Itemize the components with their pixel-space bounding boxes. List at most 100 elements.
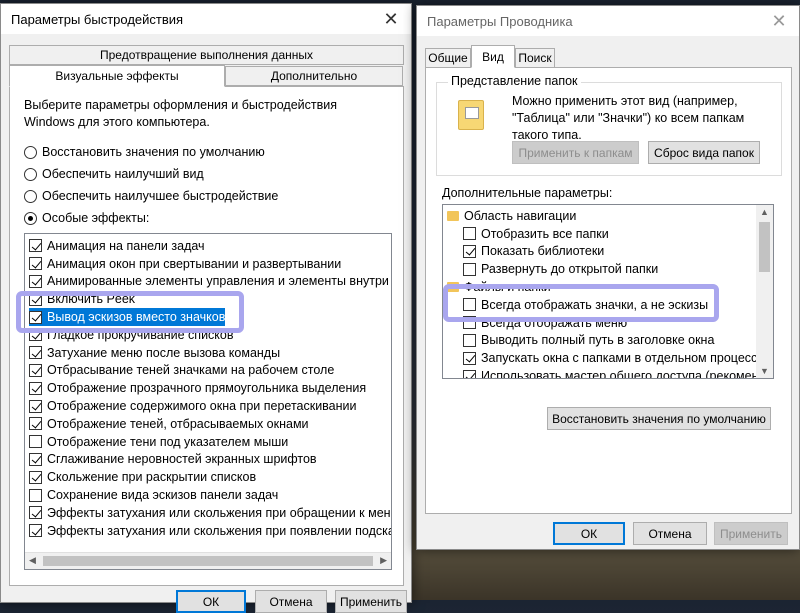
effect-item[interactable]: Анимация окон при свертывании и разверты…	[29, 255, 391, 273]
tree-option[interactable]: Отобразить все папки	[447, 225, 773, 243]
effect-checkbox[interactable]	[29, 506, 42, 520]
tree-option[interactable]: Выводить полный путь в заголовке окна	[447, 332, 773, 350]
scrollbar-thumb[interactable]	[43, 556, 373, 566]
effect-checkbox[interactable]	[29, 363, 42, 377]
advanced-settings-tree[interactable]: Область навигации Отобразить все папки Пок…	[442, 204, 774, 379]
effect-checkbox[interactable]	[29, 274, 42, 288]
effect-checkbox[interactable]	[29, 417, 42, 431]
explorer-titlebar[interactable]: Параметры Проводника ✕	[417, 6, 799, 36]
radio-restore-defaults[interactable]: Восстановить значения по умолчанию	[24, 145, 265, 159]
tab-search[interactable]: Поиск	[515, 48, 555, 68]
restore-defaults-button[interactable]: Восстановить значения по умолчанию	[547, 407, 771, 430]
tab-advanced[interactable]: Дополнительно	[225, 66, 403, 86]
radio-button[interactable]	[24, 167, 37, 181]
effect-checkbox[interactable]	[29, 310, 42, 324]
effect-checkbox[interactable]	[29, 239, 42, 253]
explorer-options-window: Параметры Проводника ✕ Общие Вид Поиск П…	[416, 5, 800, 550]
effect-item[interactable]: Включить Peek	[29, 290, 391, 308]
scrollbar-thumb[interactable]	[759, 222, 770, 272]
effect-item[interactable]: Отображение содержимого окна при перетас…	[29, 397, 391, 415]
vertical-scrollbar[interactable]: ▲ ▼	[756, 205, 773, 378]
tab-visual-effects[interactable]: Визуальные эффекты	[9, 65, 225, 87]
effect-item[interactable]: Анимация на панели задач	[29, 237, 391, 255]
effect-checkbox[interactable]	[29, 452, 42, 466]
effect-checkbox[interactable]	[29, 470, 42, 484]
effect-item[interactable]: Скольжение при раскрытии списков	[29, 468, 391, 486]
perf-ok-button[interactable]: ОК	[176, 590, 246, 613]
radio-button[interactable]	[24, 189, 37, 203]
effect-checkbox[interactable]	[29, 488, 42, 502]
effect-checkbox[interactable]	[29, 399, 42, 413]
effect-checkbox[interactable]	[29, 292, 42, 306]
apply-to-folders-button[interactable]: Применить к папкам	[512, 141, 639, 164]
tree-option[interactable]: Использовать мастер общего доступа (реко…	[447, 367, 773, 378]
effect-item[interactable]: Гладкое прокручивание списков	[29, 326, 391, 344]
effect-item[interactable]: Анимированные элементы управления и элем…	[29, 273, 391, 291]
scroll-left-icon[interactable]: ◀	[29, 555, 36, 566]
effect-checkbox[interactable]	[29, 435, 42, 449]
visual-effects-panel: Выберите параметры оформления и быстроде…	[9, 86, 404, 586]
effect-item[interactable]: Сохранение вида эскизов панели задач	[29, 486, 391, 504]
effect-item[interactable]: Отображение прозрачного прямоугольника в…	[29, 379, 391, 397]
tree-option[interactable]: Развернуть до открытой папки	[447, 260, 773, 278]
explorer-cancel-button[interactable]: Отмена	[633, 522, 707, 545]
option-checkbox[interactable]	[463, 316, 476, 330]
tree-label: Отобразить все папки	[481, 226, 609, 241]
tree-group[interactable]: Область навигации	[447, 207, 773, 225]
effect-label: Включить Peek	[47, 292, 136, 307]
option-checkbox[interactable]	[463, 333, 476, 347]
effect-checkbox[interactable]	[29, 328, 42, 342]
explorer-ok-button[interactable]: ОК	[553, 522, 625, 545]
option-checkbox[interactable]	[463, 244, 476, 258]
tab-data-execution-prevention[interactable]: Предотвращение выполнения данных	[9, 45, 404, 65]
effects-list[interactable]: Анимация на панели задач Анимация окон пр…	[24, 233, 392, 570]
performance-options-window: Параметры быстродействия ✕ Предотвращени…	[0, 3, 412, 613]
radio-button-selected[interactable]	[24, 211, 37, 225]
tree-label: Файлы и папки	[464, 280, 551, 295]
effect-checkbox[interactable]	[29, 524, 42, 538]
tree-group[interactable]: Файлы и папки	[447, 278, 773, 296]
effect-checkbox[interactable]	[29, 346, 42, 360]
option-checkbox[interactable]	[463, 369, 476, 378]
folder-view-description: Можно применить этот вид (например, "Таб…	[512, 94, 745, 142]
radio-custom[interactable]: Особые эффекты:	[24, 211, 149, 225]
effect-item[interactable]: Вывод эскизов вместо значков	[29, 308, 225, 326]
scroll-down-icon[interactable]: ▼	[760, 366, 769, 376]
effect-item[interactable]: Отображение теней, отбрасываемых окнами	[29, 415, 391, 433]
scroll-up-icon[interactable]: ▲	[760, 207, 769, 217]
effect-label: Сохранение вида эскизов панели задач	[47, 488, 279, 503]
radio-best-appearance[interactable]: Обеспечить наилучший вид	[24, 167, 204, 181]
perf-titlebar[interactable]: Параметры быстродействия ✕	[1, 4, 411, 34]
scroll-right-icon[interactable]: ▶	[380, 555, 387, 566]
effect-label: Затухание меню после вызова команды	[47, 345, 281, 360]
perf-cancel-button[interactable]: Отмена	[255, 590, 327, 613]
tree-option[interactable]: Всегда отображать значки, а не эскизы	[447, 296, 773, 314]
radio-best-performance[interactable]: Обеспечить наилучшее быстродействие	[24, 189, 278, 203]
explorer-apply-button[interactable]: Применить	[714, 522, 788, 545]
close-icon[interactable]: ✕	[371, 4, 411, 34]
advanced-settings-label: Дополнительные параметры:	[442, 186, 613, 200]
effect-checkbox[interactable]	[29, 257, 42, 271]
tree-option[interactable]: Всегда отображать меню	[447, 314, 773, 332]
effect-item[interactable]: Эффекты затухания или скольжения при обр…	[29, 504, 391, 522]
effect-item[interactable]: Эффекты затухания или скольжения при поя…	[29, 522, 391, 540]
effect-item[interactable]: Отображение тени под указателем мыши	[29, 433, 391, 451]
option-checkbox[interactable]	[463, 351, 476, 365]
close-icon[interactable]: ✕	[759, 6, 799, 36]
effect-item[interactable]: Затухание меню после вызова команды	[29, 344, 391, 362]
effect-label: Отбрасывание теней значками на рабочем с…	[47, 363, 335, 378]
effect-item[interactable]: Сглаживание неровностей экранных шрифтов	[29, 451, 391, 469]
perf-apply-button[interactable]: Применить	[335, 590, 407, 613]
effect-checkbox[interactable]	[29, 381, 42, 395]
tree-option[interactable]: Показать библиотеки	[447, 243, 773, 261]
reset-folders-button[interactable]: Сброс вида папок	[648, 141, 760, 164]
option-checkbox[interactable]	[463, 227, 476, 241]
tab-view[interactable]: Вид	[471, 45, 515, 68]
horizontal-scrollbar[interactable]: ◀ ▶	[25, 552, 391, 569]
option-checkbox[interactable]	[463, 298, 476, 312]
effect-item[interactable]: Отбрасывание теней значками на рабочем с…	[29, 362, 391, 380]
option-checkbox[interactable]	[463, 262, 476, 276]
tab-general[interactable]: Общие	[425, 48, 471, 68]
radio-button[interactable]	[24, 145, 37, 159]
tree-option[interactable]: Запускать окна с папками в отдельном про…	[447, 349, 773, 367]
